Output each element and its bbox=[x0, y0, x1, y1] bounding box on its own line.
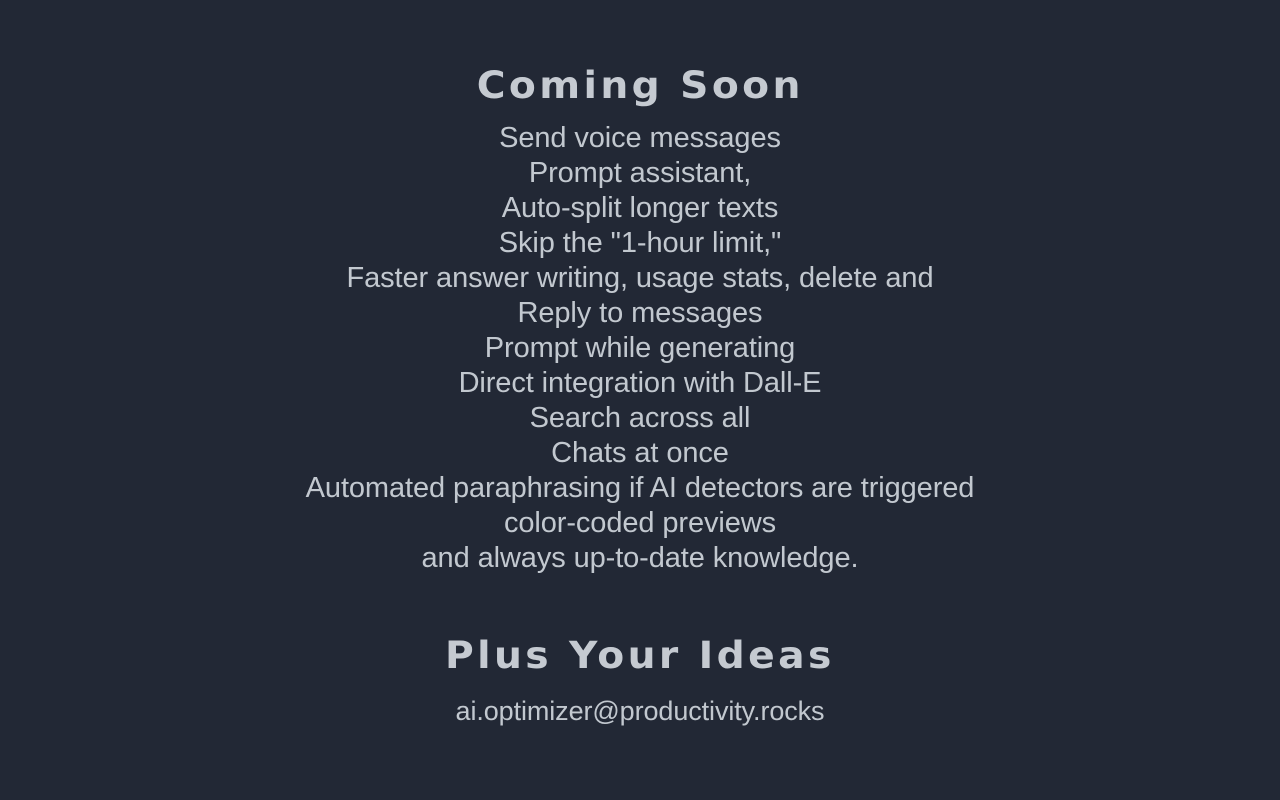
coming-soon-heading: Coming Soon bbox=[476, 64, 804, 107]
feature-line: Auto-split longer texts bbox=[501, 191, 779, 224]
feature-line: color-coded previews bbox=[503, 506, 776, 539]
feature-line: Faster answer writing, usage stats, dele… bbox=[346, 261, 934, 294]
coming-soon-slide: Coming Soon Send voice messages Prompt a… bbox=[0, 0, 1280, 800]
contact-email[interactable]: ai.optimizer@productivity.rocks bbox=[456, 694, 825, 728]
feature-line: Skip the "1-hour limit," bbox=[498, 226, 782, 259]
plus-your-ideas-heading: Plus Your Ideas bbox=[445, 633, 835, 677]
feature-line: Send voice messages bbox=[499, 121, 781, 154]
feature-line: Prompt assistant, bbox=[528, 156, 752, 189]
feature-line: Prompt while generating bbox=[484, 331, 796, 364]
feature-line: Direct integration with Dall-E bbox=[458, 366, 822, 399]
feature-line: Automated paraphrasing if AI detectors a… bbox=[305, 471, 975, 504]
feature-line: Reply to messages bbox=[517, 296, 763, 329]
feature-line: Chats at once bbox=[551, 436, 729, 469]
feature-list: Send voice messages Prompt assistant, Au… bbox=[306, 121, 975, 576]
feature-line: and always up-to-date knowledge. bbox=[421, 541, 859, 574]
feature-line: Search across all bbox=[529, 401, 751, 434]
